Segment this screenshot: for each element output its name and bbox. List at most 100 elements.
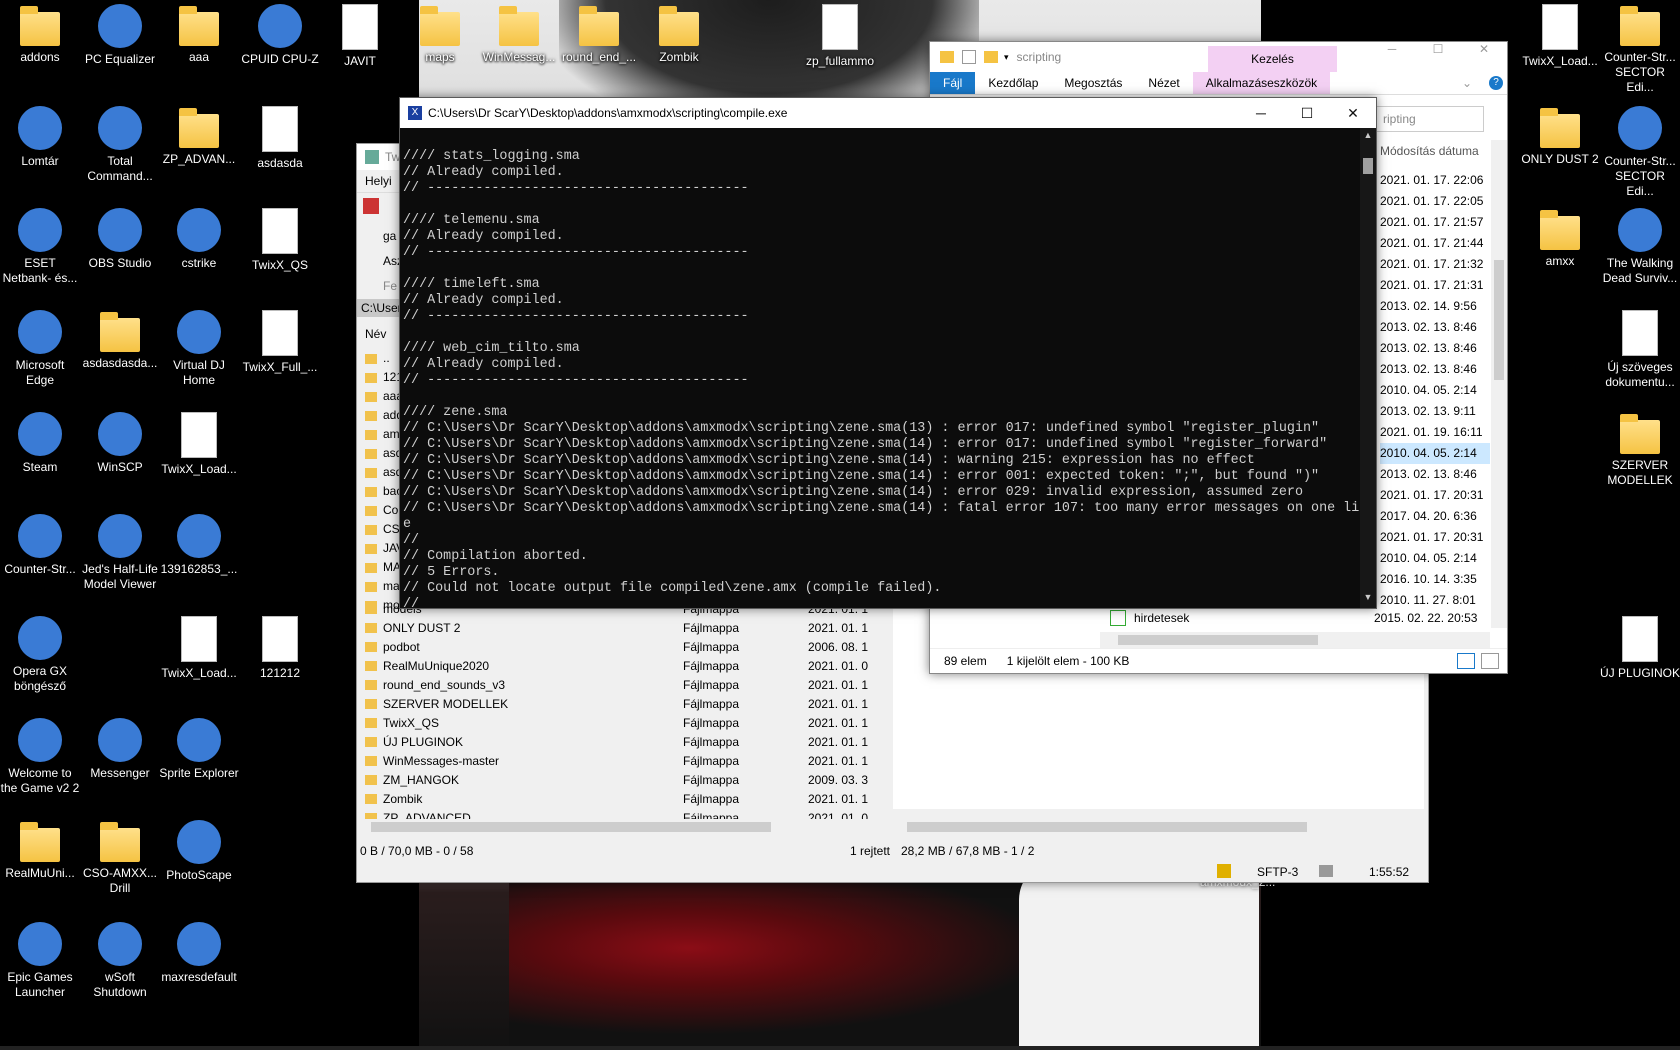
desktop-icon[interactable]: asdasdasda... xyxy=(80,306,160,371)
desktop-icon[interactable]: TwixX_QS xyxy=(240,204,320,273)
desktop-icon[interactable]: WinMessag... xyxy=(479,0,559,65)
desktop-icon[interactable]: Sprite Explorer xyxy=(159,714,239,781)
desktop-icon[interactable]: Új szöveges dokumentu... xyxy=(1600,306,1680,390)
tab-app-tools[interactable]: Alkalmazáseszközök xyxy=(1192,72,1331,94)
desktop-icon[interactable]: Counter-Str... SECTOR Edi... xyxy=(1600,0,1680,95)
desktop-icon[interactable]: OBS Studio xyxy=(80,204,160,271)
desktop-icon[interactable]: ZP_ADVAN... xyxy=(159,102,239,167)
table-row[interactable]: ONLY DUST 2 Fájlmappa 2021. 01. 1 xyxy=(359,618,885,637)
minimize-button[interactable]: ─ xyxy=(1369,42,1415,56)
file-date[interactable]: 2021. 01. 17. 21:32 xyxy=(1380,254,1490,275)
file-date[interactable]: 2021. 01. 19. 16:11 xyxy=(1380,422,1490,443)
desktop-icon[interactable]: Epic Games Launcher xyxy=(0,918,80,1000)
desktop-icon[interactable]: Opera GX böngésző xyxy=(0,612,80,694)
details-view-icon[interactable] xyxy=(1457,653,1475,669)
maximize-button[interactable]: ☐ xyxy=(1415,42,1461,56)
desktop-icon[interactable]: 121212 xyxy=(240,612,320,681)
desktop-icon[interactable]: ESET Netbank- és... xyxy=(0,204,80,286)
file-date[interactable]: 2010. 04. 05. 2:14 xyxy=(1380,443,1490,464)
desktop-icon[interactable]: Virtual DJ Home xyxy=(159,306,239,388)
desktop-icon[interactable]: asdasda xyxy=(240,102,320,171)
desktop-icon[interactable]: JAVIT xyxy=(320,0,400,69)
table-row[interactable]: ÚJ PLUGINOK Fájlmappa 2021. 01. 1 xyxy=(359,732,885,751)
console-vscroll[interactable]: ▲ ▼ xyxy=(1360,128,1376,608)
desktop-icon[interactable]: CSO-AMXX... Drill xyxy=(80,816,160,896)
desktop-icon[interactable]: aaa xyxy=(159,0,239,65)
compile-console-window[interactable]: X C:\Users\Dr ScarY\Desktop\addons\amxmo… xyxy=(399,97,1377,609)
desktop-icon[interactable]: maps xyxy=(400,0,480,65)
desktop-icon[interactable]: cstrike xyxy=(159,204,239,271)
table-row[interactable]: TwixX_QS Fájlmappa 2021. 01. 1 xyxy=(359,713,885,732)
new-folder-icon[interactable] xyxy=(984,51,998,63)
tc-hscroll-right[interactable] xyxy=(893,819,1424,835)
desktop-icon[interactable]: The Walking Dead Surviv... xyxy=(1600,204,1680,286)
desktop-icon[interactable]: Lomtár xyxy=(0,102,80,169)
desktop-icon[interactable]: zp_fullammo xyxy=(800,0,880,69)
tc-toolbar-icon[interactable] xyxy=(363,198,379,214)
desktop-icon[interactable]: TwixX_Load... xyxy=(159,408,239,477)
desktop-icon[interactable]: PhotoScape xyxy=(159,816,239,883)
file-date[interactable]: 2021. 01. 17. 21:31 xyxy=(1380,275,1490,296)
desktop-icon[interactable]: 139162853_... xyxy=(159,510,239,577)
file-date[interactable]: 2013. 02. 13. 8:46 xyxy=(1380,338,1490,359)
desktop-icon[interactable]: WinSCP xyxy=(80,408,160,475)
tc-menu-item[interactable]: Helyi xyxy=(365,174,392,188)
desktop-icon[interactable]: round_end_... xyxy=(559,0,639,65)
table-row[interactable]: Zombik Fájlmappa 2021. 01. 1 xyxy=(359,789,885,808)
scroll-thumb[interactable] xyxy=(1363,158,1373,174)
file-date[interactable]: 2021. 01. 17. 20:31 xyxy=(1380,527,1490,548)
table-row[interactable]: WinMessages-master Fájlmappa 2021. 01. 1 xyxy=(359,751,885,770)
desktop-icon[interactable]: RealMuUni... xyxy=(0,816,80,881)
desktop-icon[interactable]: TwixX_Full_... xyxy=(240,306,320,375)
file-date[interactable]: 2010. 04. 05. 2:14 xyxy=(1380,548,1490,569)
desktop-icon[interactable]: SZERVER MODELLEK xyxy=(1600,408,1680,488)
chevron-down-icon[interactable]: ⌄ xyxy=(1449,72,1485,94)
desktop-icon[interactable]: Counter-Str... SECTOR Edi... xyxy=(1600,102,1680,199)
file-date[interactable]: 2016. 10. 14. 3:35 xyxy=(1380,569,1490,590)
desktop-icon[interactable]: amxx xyxy=(1520,204,1600,269)
tc-drive-item[interactable]: Asz xyxy=(361,249,403,274)
close-button[interactable]: ✕ xyxy=(1461,42,1507,56)
tiles-view-icon[interactable] xyxy=(1481,653,1499,669)
desktop-icon[interactable]: Microsoft Edge xyxy=(0,306,80,388)
file-date[interactable]: 2021. 01. 17. 21:44 xyxy=(1380,233,1490,254)
taskbar[interactable] xyxy=(0,1046,1680,1050)
table-row[interactable]: podbot Fájlmappa 2006. 08. 1 xyxy=(359,637,885,656)
file-date[interactable]: 2013. 02. 13. 8:46 xyxy=(1380,464,1490,485)
desktop-icon[interactable]: PC Equalizer xyxy=(80,0,160,67)
desktop-icon[interactable]: Total Command... xyxy=(80,102,160,184)
table-row[interactable]: round_end_sounds_v3 Fájlmappa 2021. 01. 1 xyxy=(359,675,885,694)
table-row[interactable]: SZERVER MODELLEK Fájlmappa 2021. 01. 1 xyxy=(359,694,885,713)
file-date[interactable]: 2013. 02. 14. 9:56 xyxy=(1380,296,1490,317)
file-date[interactable]: 2021. 01. 17. 21:57 xyxy=(1380,212,1490,233)
file-date[interactable]: 2021. 01. 17. 22:05 xyxy=(1380,191,1490,212)
tc-hscroll-left[interactable] xyxy=(357,819,885,835)
table-row[interactable]: RealMuUnique2020 Fájlmappa 2021. 01. 0 xyxy=(359,656,885,675)
chevron-down-icon[interactable]: ▾ xyxy=(1004,52,1009,63)
tab-view[interactable]: Nézet xyxy=(1135,72,1192,94)
desktop-icon[interactable]: CPUID CPU-Z xyxy=(240,0,320,67)
file-date[interactable]: 2013. 02. 13. 8:46 xyxy=(1380,359,1490,380)
file-date[interactable]: 2017. 04. 20. 6:36 xyxy=(1380,506,1490,527)
tab-home[interactable]: Kezdőlap xyxy=(975,72,1051,94)
column-date-header[interactable]: Módosítás dátuma xyxy=(1380,144,1479,158)
properties-icon[interactable] xyxy=(962,50,976,64)
file-date[interactable]: 2010. 04. 05. 2:14 xyxy=(1380,380,1490,401)
close-button[interactable]: ✕ xyxy=(1330,98,1376,128)
desktop-icon[interactable]: Counter-Str... xyxy=(0,510,80,577)
chevron-up-icon[interactable]: ▲ xyxy=(1360,130,1376,144)
desktop-icon[interactable]: maxresdefault xyxy=(159,918,239,985)
search-input[interactable]: ripting xyxy=(1376,106,1484,132)
desktop-icon[interactable]: Messenger xyxy=(80,714,160,781)
desktop-icon[interactable]: wSoft Shutdown xyxy=(80,918,160,1000)
desktop-icon[interactable]: Steam xyxy=(0,408,80,475)
tab-share[interactable]: Megosztás xyxy=(1051,72,1135,94)
help-icon[interactable]: ? xyxy=(1489,76,1503,90)
maximize-button[interactable]: ☐ xyxy=(1284,98,1330,128)
tc-drive-item[interactable]: ga xyxy=(361,224,403,249)
desktop-icon[interactable]: Zombik xyxy=(639,0,719,65)
desktop-icon[interactable]: TwixX_Load... xyxy=(1520,0,1600,69)
console-output[interactable]: //// stats_logging.sma// Already compile… xyxy=(400,128,1360,608)
table-row[interactable]: ZM_HANGOK Fájlmappa 2009. 03. 3 xyxy=(359,770,885,789)
chevron-down-icon[interactable]: ▼ xyxy=(1360,592,1376,606)
